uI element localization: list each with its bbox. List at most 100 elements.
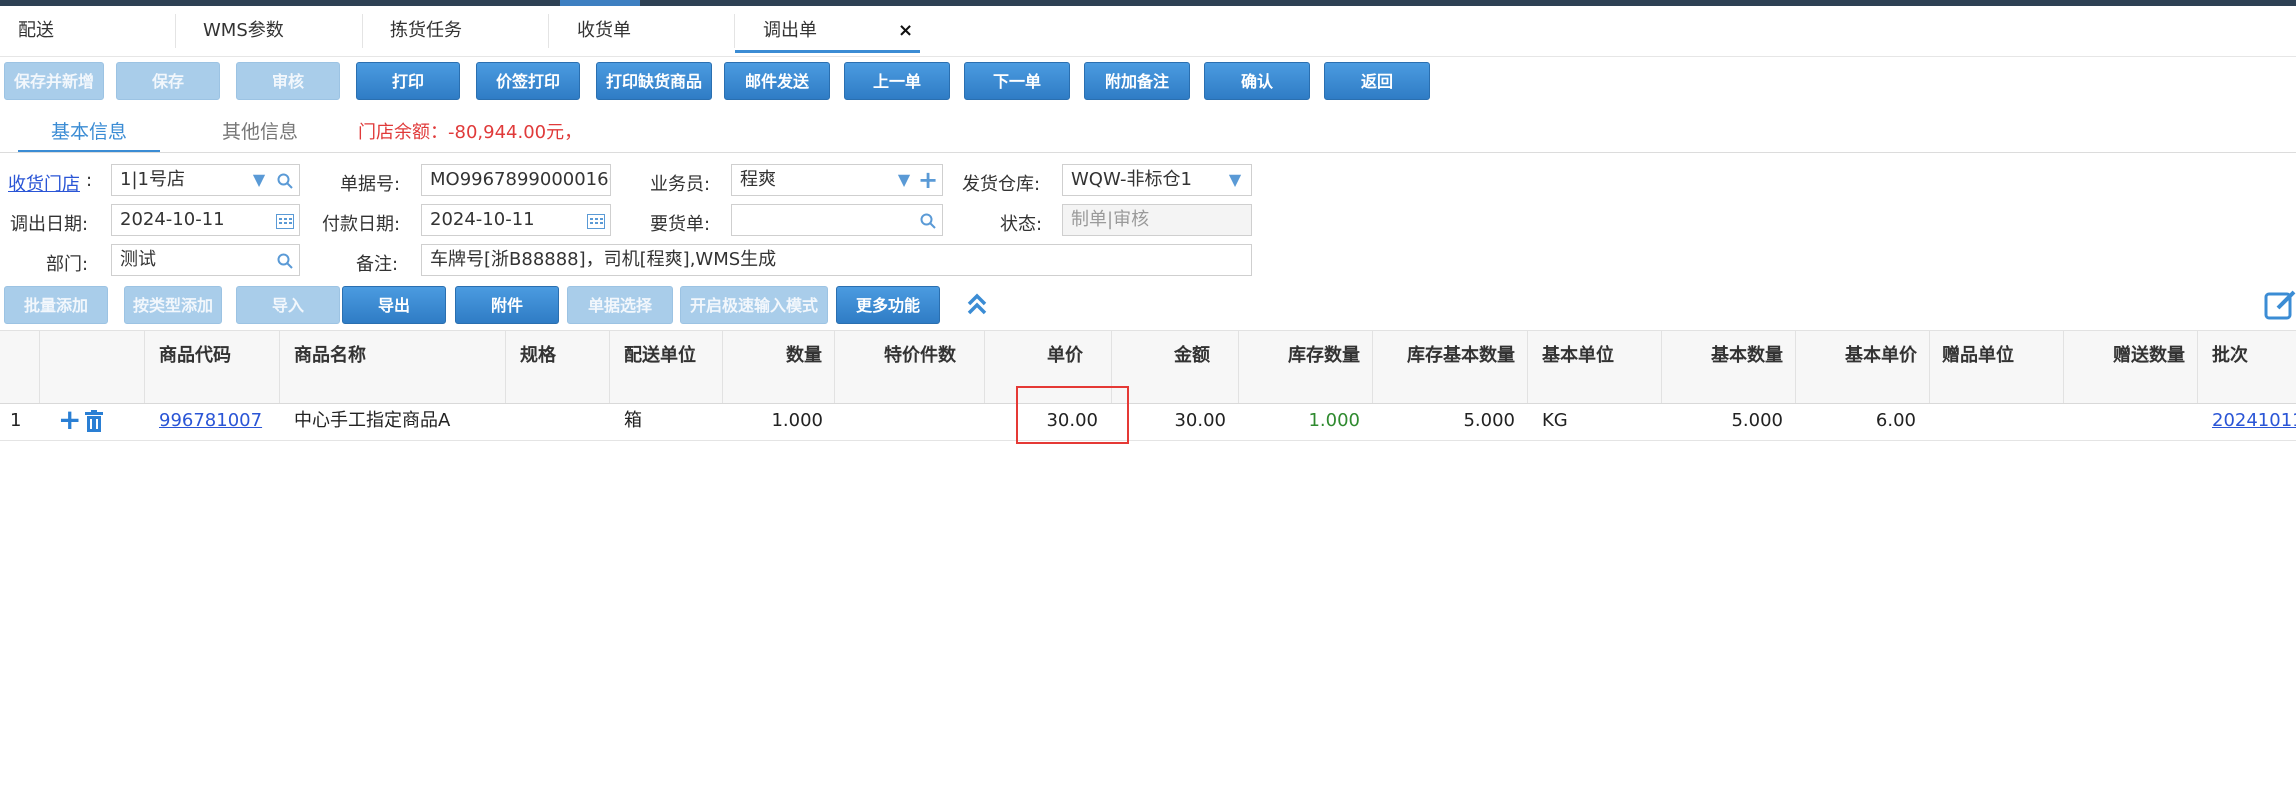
price-tag-print-button[interactable]: 价签打印 <box>476 62 580 100</box>
header-product-name[interactable]: 商品名称 <box>280 331 506 403</box>
qty-value[interactable]: 1.000 <box>723 402 835 440</box>
tab-transfer-out[interactable]: 调出单 <box>735 6 920 53</box>
subtab-other-info[interactable]: 其他信息 <box>190 112 330 152</box>
store-field[interactable]: 1|1号店 ▼ <box>111 164 300 196</box>
tab-receipt[interactable]: 收货单 <box>577 6 631 56</box>
close-icon[interactable]: × <box>898 6 913 56</box>
remark-label: 备注: <box>356 254 399 275</box>
header-spec[interactable]: 规格 <box>506 331 610 403</box>
print-shortage-button[interactable]: 打印缺货商品 <box>596 62 712 100</box>
subtab-basic-info[interactable]: 基本信息 <box>18 112 160 152</box>
base-price-value: 6.00 <box>1875 410 1916 431</box>
special-qty-value[interactable] <box>835 402 985 440</box>
doc-no-field[interactable]: MO99678990000166 <box>421 164 611 196</box>
request-doc-field[interactable] <box>731 204 943 236</box>
header-gift-unit[interactable]: 赠品单位 <box>1930 331 2064 403</box>
audit-button[interactable]: 审核 <box>236 62 340 100</box>
doc-select-button[interactable]: 单据选择 <box>567 286 673 324</box>
export-button[interactable]: 导出 <box>342 286 446 324</box>
warehouse-value: WQW-非标仓1 <box>1071 169 1192 190</box>
calendar-icon[interactable] <box>273 205 297 235</box>
pay-date-field[interactable]: 2024-10-11 <box>421 204 611 236</box>
header-stock-base-qty[interactable]: 库存基本数量 <box>1373 331 1528 403</box>
product-code-link[interactable]: 996781007 <box>159 402 280 440</box>
warehouse-select[interactable]: WQW-非标仓1 ▼ <box>1062 164 1252 196</box>
delivery-unit-value: 箱 <box>624 410 642 431</box>
back-button[interactable]: 返回 <box>1324 62 1430 100</box>
add-by-type-button[interactable]: 按类型添加 <box>124 286 222 324</box>
header-amount[interactable]: 金额 <box>1112 331 1239 403</box>
add-icon[interactable]: + <box>916 165 940 195</box>
calendar-icon[interactable] <box>584 205 608 235</box>
header-stock-qty[interactable]: 库存数量 <box>1239 331 1373 403</box>
trash-icon[interactable] <box>84 402 108 440</box>
tab-divider <box>548 14 549 48</box>
attachment-button[interactable]: 附件 <box>455 286 559 324</box>
batch-link[interactable]: 20241011 <box>2212 402 2296 440</box>
grid-header: 商品代码 商品名称 规格 配送单位 数量 特价件数 单价 金额 库存数量 库存基… <box>0 330 2296 404</box>
dept-value: 测试 <box>120 249 156 270</box>
search-icon[interactable] <box>273 165 297 195</box>
dropdown-arrow-icon[interactable]: ▼ <box>892 165 916 195</box>
doc-no-label: 单据号: <box>340 174 401 195</box>
header-base-unit[interactable]: 基本单位 <box>1528 331 1662 403</box>
table-row[interactable]: 1 + 996781007 中心手工指定商品A 箱 1.000 30.00 30… <box>0 402 2296 441</box>
salesman-value: 程爽 <box>740 169 776 190</box>
header-special-qty[interactable]: 特价件数 <box>835 331 985 403</box>
out-date-value: 2024-10-11 <box>120 209 225 230</box>
request-doc-label: 要货单: <box>650 214 711 235</box>
confirm-button[interactable]: 确认 <box>1204 62 1310 100</box>
stock-qty-value: 1.000 <box>1308 410 1360 431</box>
header-gift-qty[interactable]: 赠送数量 <box>2064 331 2198 403</box>
status-field: 制单|审核 <box>1062 204 1252 236</box>
header-qty[interactable]: 数量 <box>723 331 835 403</box>
header-base-price[interactable]: 基本单价 <box>1796 331 1930 403</box>
row-index: 1 <box>10 410 22 431</box>
base-unit-value: KG <box>1542 410 1568 431</box>
collapse-up-icon[interactable] <box>966 292 988 322</box>
search-icon[interactable] <box>273 245 297 275</box>
salesman-field[interactable]: 程爽 ▼ + <box>731 164 943 196</box>
prev-doc-button[interactable]: 上一单 <box>844 62 950 100</box>
next-doc-button[interactable]: 下一单 <box>964 62 1070 100</box>
search-icon[interactable] <box>916 205 940 235</box>
gift-unit-value[interactable] <box>1942 402 2064 440</box>
fast-input-mode-button[interactable]: 开启极速输入模式 <box>680 286 828 324</box>
store-label-link[interactable]: 收货门店 <box>8 170 80 196</box>
header-base-qty[interactable]: 基本数量 <box>1662 331 1796 403</box>
header-product-code[interactable]: 商品代码 <box>145 331 280 403</box>
tab-peisong[interactable]: 配送 <box>18 6 54 56</box>
header-batch[interactable]: 批次 <box>2198 331 2296 403</box>
add-remark-button[interactable]: 附加备注 <box>1084 62 1190 100</box>
dropdown-arrow-icon[interactable]: ▼ <box>1223 165 1247 195</box>
tab-picking-task[interactable]: 拣货任务 <box>390 6 462 56</box>
import-button[interactable]: 导入 <box>236 286 340 324</box>
save-and-new-button[interactable]: 保存并新增 <box>4 62 104 100</box>
add-row-icon[interactable]: + <box>58 402 82 440</box>
stock-base-qty-value: 5.000 <box>1463 410 1515 431</box>
print-button[interactable]: 打印 <box>356 62 460 100</box>
product-name: 中心手工指定商品A <box>294 410 451 431</box>
spec-value <box>520 402 610 440</box>
tab-wms-params[interactable]: WMS参数 <box>203 6 284 56</box>
out-date-field[interactable]: 2024-10-11 <box>111 204 300 236</box>
tab-strip: 配送 WMS参数 拣货任务 收货单 调出单 <box>0 6 2296 57</box>
header-ops <box>40 331 145 403</box>
store-value: 1|1号店 <box>120 169 185 190</box>
edit-icon[interactable] <box>2264 288 2296 322</box>
email-send-button[interactable]: 邮件发送 <box>724 62 830 100</box>
status-label: 状态: <box>1000 214 1043 235</box>
amount-value: 30.00 <box>1174 410 1226 431</box>
more-functions-button[interactable]: 更多功能 <box>836 286 940 324</box>
unit-price-highlight-box <box>1016 386 1129 444</box>
dept-field[interactable]: 测试 <box>111 244 300 276</box>
dropdown-arrow-icon[interactable]: ▼ <box>247 165 271 195</box>
gift-qty-value[interactable] <box>2064 402 2186 440</box>
header-delivery-unit[interactable]: 配送单位 <box>610 331 723 403</box>
base-qty-value: 5.000 <box>1731 410 1783 431</box>
divider <box>0 152 2296 153</box>
remark-field[interactable]: 车牌号[浙B88888]，司机[程爽],WMS生成 <box>421 244 1252 276</box>
save-button[interactable]: 保存 <box>116 62 220 100</box>
out-date-label: 调出日期: <box>10 214 89 235</box>
batch-add-button[interactable]: 批量添加 <box>4 286 108 324</box>
